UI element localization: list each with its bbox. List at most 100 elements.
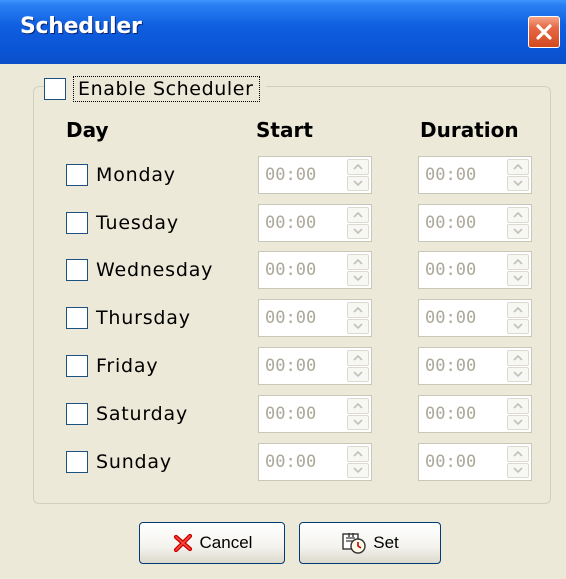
- friday-duration-spinner[interactable]: 00:00: [418, 347, 532, 385]
- wednesday-start-spinner[interactable]: 00:00: [258, 251, 372, 289]
- saturday-start-value[interactable]: 00:00: [265, 404, 316, 424]
- spin-down-button[interactable]: [347, 462, 369, 478]
- wednesday-label: Wednesday: [96, 259, 214, 281]
- chevron-up-icon: [353, 402, 363, 409]
- wednesday-checkbox[interactable]: [66, 259, 88, 281]
- sunday-duration-spinner[interactable]: 00:00: [418, 443, 532, 481]
- spin-up-button[interactable]: [347, 254, 369, 270]
- chevron-down-icon: [513, 323, 523, 330]
- friday-label: Friday: [96, 355, 159, 377]
- tuesday-checkbox[interactable]: [66, 212, 88, 234]
- day-header: Day: [66, 118, 109, 142]
- spin-down-button[interactable]: [507, 318, 529, 334]
- day-toggle-saturday[interactable]: Saturday: [66, 403, 188, 425]
- spin-down-button[interactable]: [507, 223, 529, 239]
- saturday-start-spinner[interactable]: 00:00: [258, 395, 372, 433]
- spin-up-button[interactable]: [507, 254, 529, 270]
- spin-up-button[interactable]: [347, 302, 369, 318]
- spin-up-button[interactable]: [347, 207, 369, 223]
- thursday-duration-spinner[interactable]: 00:00: [418, 299, 532, 337]
- spin-down-button[interactable]: [347, 223, 369, 239]
- friday-checkbox[interactable]: [66, 355, 88, 377]
- tuesday-start-value[interactable]: 00:00: [265, 213, 316, 233]
- title-bar[interactable]: Scheduler: [0, 0, 566, 64]
- day-row-sunday: Sunday 00:00 00:00: [66, 443, 536, 481]
- day-toggle-tuesday[interactable]: Tuesday: [66, 212, 179, 234]
- spin-up-button[interactable]: [347, 159, 369, 175]
- spin-up-button[interactable]: [507, 350, 529, 366]
- monday-start-spinner[interactable]: 00:00: [258, 156, 372, 194]
- spin-down-button[interactable]: [347, 318, 369, 334]
- saturday-duration-spinner[interactable]: 00:00: [418, 395, 532, 433]
- thursday-start-value[interactable]: 00:00: [265, 308, 316, 328]
- enable-scheduler-toggle[interactable]: Enable Scheduler: [44, 75, 267, 103]
- close-icon: [536, 24, 552, 40]
- day-toggle-monday[interactable]: Monday: [66, 164, 176, 186]
- sunday-label: Sunday: [96, 451, 172, 473]
- chevron-up-icon: [353, 258, 363, 265]
- chevron-down-icon: [513, 467, 523, 474]
- sunday-duration-value[interactable]: 00:00: [425, 452, 476, 472]
- day-row-thursday: Thursday 00:00 00:00: [66, 299, 536, 337]
- day-row-tuesday: Tuesday 00:00 00:00: [66, 204, 536, 242]
- close-button[interactable]: [528, 16, 560, 48]
- spin-up-button[interactable]: [347, 350, 369, 366]
- spin-down-button[interactable]: [507, 414, 529, 430]
- enable-scheduler-label: Enable Scheduler: [73, 76, 261, 102]
- chevron-up-icon: [513, 354, 523, 361]
- clock-schedule-icon: [342, 533, 366, 554]
- spin-down-button[interactable]: [507, 175, 529, 191]
- tuesday-duration-value[interactable]: 00:00: [425, 213, 476, 233]
- spin-up-button[interactable]: [347, 446, 369, 462]
- spin-down-button[interactable]: [507, 366, 529, 382]
- thursday-start-spinner[interactable]: 00:00: [258, 299, 372, 337]
- spin-up-button[interactable]: [507, 159, 529, 175]
- spin-up-button[interactable]: [507, 302, 529, 318]
- friday-start-value[interactable]: 00:00: [265, 356, 316, 376]
- monday-duration-spinner[interactable]: 00:00: [418, 156, 532, 194]
- spin-down-button[interactable]: [347, 414, 369, 430]
- monday-duration-value[interactable]: 00:00: [425, 165, 476, 185]
- chevron-down-icon: [513, 419, 523, 426]
- enable-scheduler-checkbox[interactable]: [44, 78, 66, 100]
- chevron-down-icon: [353, 228, 363, 235]
- spin-down-button[interactable]: [507, 270, 529, 286]
- thursday-duration-value[interactable]: 00:00: [425, 308, 476, 328]
- saturday-duration-value[interactable]: 00:00: [425, 404, 476, 424]
- spin-down-button[interactable]: [347, 366, 369, 382]
- wednesday-duration-spinner[interactable]: 00:00: [418, 251, 532, 289]
- chevron-down-icon: [353, 467, 363, 474]
- wednesday-duration-value[interactable]: 00:00: [425, 260, 476, 280]
- spin-down-button[interactable]: [347, 175, 369, 191]
- wednesday-start-value[interactable]: 00:00: [265, 260, 316, 280]
- monday-checkbox[interactable]: [66, 164, 88, 186]
- chevron-up-icon: [513, 450, 523, 457]
- day-toggle-wednesday[interactable]: Wednesday: [66, 259, 213, 281]
- day-toggle-friday[interactable]: Friday: [66, 355, 158, 377]
- sunday-start-spinner[interactable]: 00:00: [258, 443, 372, 481]
- tuesday-start-spinner[interactable]: 00:00: [258, 204, 372, 242]
- chevron-up-icon: [513, 402, 523, 409]
- saturday-checkbox[interactable]: [66, 403, 88, 425]
- cancel-button[interactable]: Cancel: [139, 522, 285, 564]
- spin-up-button[interactable]: [347, 398, 369, 414]
- chevron-down-icon: [513, 180, 523, 187]
- spin-up-button[interactable]: [507, 398, 529, 414]
- spin-up-button[interactable]: [507, 446, 529, 462]
- friday-duration-value[interactable]: 00:00: [425, 356, 476, 376]
- friday-start-spinner[interactable]: 00:00: [258, 347, 372, 385]
- spin-down-button[interactable]: [347, 270, 369, 286]
- tuesday-duration-spinner[interactable]: 00:00: [418, 204, 532, 242]
- set-button[interactable]: Set: [299, 522, 441, 564]
- thursday-label: Thursday: [96, 307, 191, 329]
- day-toggle-thursday[interactable]: Thursday: [66, 307, 191, 329]
- spin-down-button[interactable]: [507, 462, 529, 478]
- monday-start-value[interactable]: 00:00: [265, 165, 316, 185]
- day-toggle-sunday[interactable]: Sunday: [66, 451, 172, 473]
- chevron-up-icon: [513, 306, 523, 313]
- spin-up-button[interactable]: [507, 207, 529, 223]
- sunday-start-value[interactable]: 00:00: [265, 452, 316, 472]
- sunday-checkbox[interactable]: [66, 451, 88, 473]
- chevron-down-icon: [513, 228, 523, 235]
- thursday-checkbox[interactable]: [66, 307, 88, 329]
